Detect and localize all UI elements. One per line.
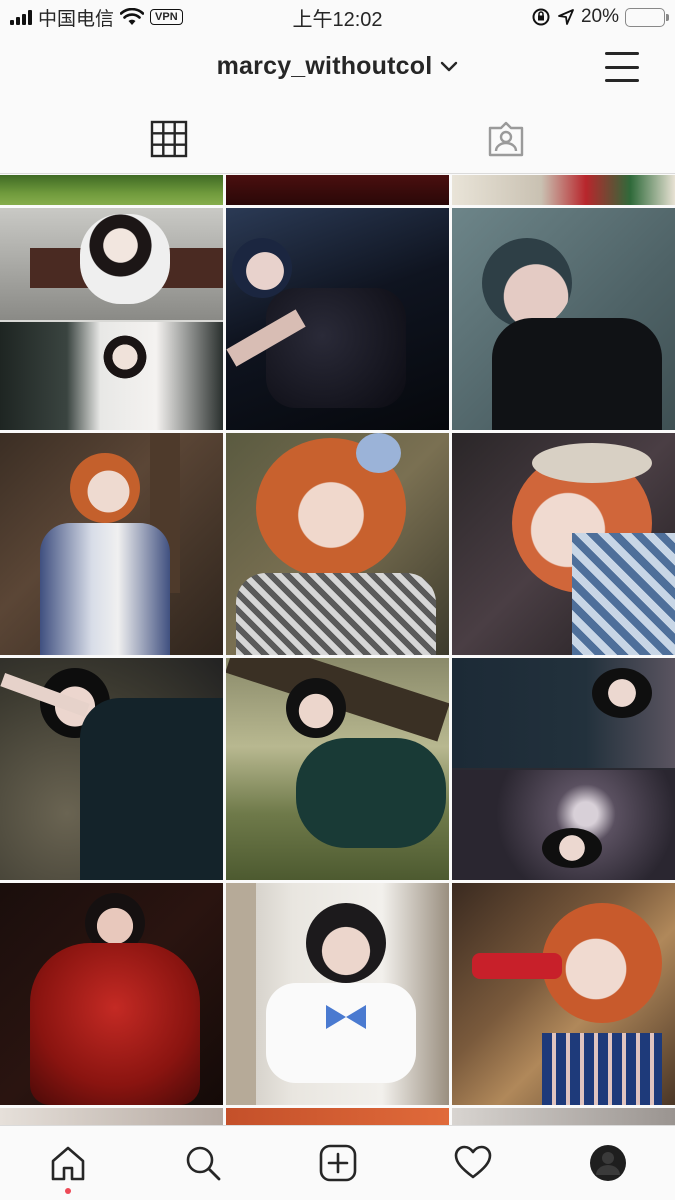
tab-tagged[interactable]: [338, 104, 675, 173]
post-thumbnail[interactable]: [452, 175, 675, 205]
nav-new-post[interactable]: [270, 1126, 405, 1200]
nav-home[interactable]: [0, 1126, 135, 1200]
post-thumbnail[interactable]: [0, 658, 223, 880]
post-thumbnail[interactable]: [452, 658, 675, 880]
status-right: 20%: [531, 6, 669, 28]
notification-dot: [64, 1188, 71, 1194]
wifi-icon: [120, 8, 145, 25]
grid-icon: [150, 120, 187, 157]
post-thumbnail[interactable]: [226, 433, 449, 655]
post-thumbnail[interactable]: [452, 433, 675, 655]
post-thumbnail[interactable]: [226, 208, 449, 430]
bottom-navigation: [0, 1125, 675, 1200]
post-thumbnail[interactable]: [452, 1108, 675, 1125]
post-thumbnail[interactable]: [452, 883, 675, 1105]
profile-header: marcy_withoutcol: [0, 34, 675, 104]
location-icon: [558, 9, 574, 25]
account-switcher[interactable]: marcy_withoutcol: [0, 52, 675, 81]
profile-icon: [589, 1145, 626, 1181]
menu-icon: [605, 52, 639, 55]
photo-grid: [0, 175, 675, 1125]
username: marcy_withoutcol: [216, 52, 433, 80]
post-thumbnail[interactable]: [0, 433, 223, 655]
nav-activity[interactable]: [405, 1126, 540, 1200]
tab-grid[interactable]: [0, 104, 338, 173]
post-thumbnail[interactable]: [226, 883, 449, 1105]
post-thumbnail[interactable]: [0, 1108, 223, 1125]
battery-icon: [625, 7, 669, 27]
signal-strength-icon: [10, 9, 32, 25]
heart-icon: [454, 1145, 491, 1179]
post-thumbnail[interactable]: [0, 883, 223, 1105]
nav-search[interactable]: [135, 1126, 270, 1200]
post-thumbnail[interactable]: [452, 208, 675, 430]
post-thumbnail[interactable]: [226, 658, 449, 880]
home-icon: [51, 1146, 84, 1181]
carrier-name: 中国电信: [38, 8, 115, 30]
nav-profile[interactable]: [540, 1126, 675, 1200]
vpn-badge: VPN: [150, 9, 183, 25]
search-icon: [186, 1146, 220, 1181]
add-post-icon: [319, 1144, 356, 1182]
battery-percent: 20%: [580, 6, 619, 27]
orientation-lock-icon: [532, 8, 550, 26]
status-left: 中国电信 VPN: [10, 4, 183, 31]
post-thumbnail[interactable]: [226, 175, 449, 205]
chevron-down-icon: [441, 61, 458, 71]
post-thumbnail[interactable]: [0, 175, 223, 205]
menu-button[interactable]: [605, 52, 639, 82]
status-bar: 中国电信 VPN 上午12:02 20%: [0, 0, 675, 34]
tagged-icon: [489, 121, 524, 156]
post-thumbnail[interactable]: [0, 208, 223, 430]
profile-tabs: [0, 104, 675, 174]
post-thumbnail[interactable]: [226, 1108, 449, 1125]
